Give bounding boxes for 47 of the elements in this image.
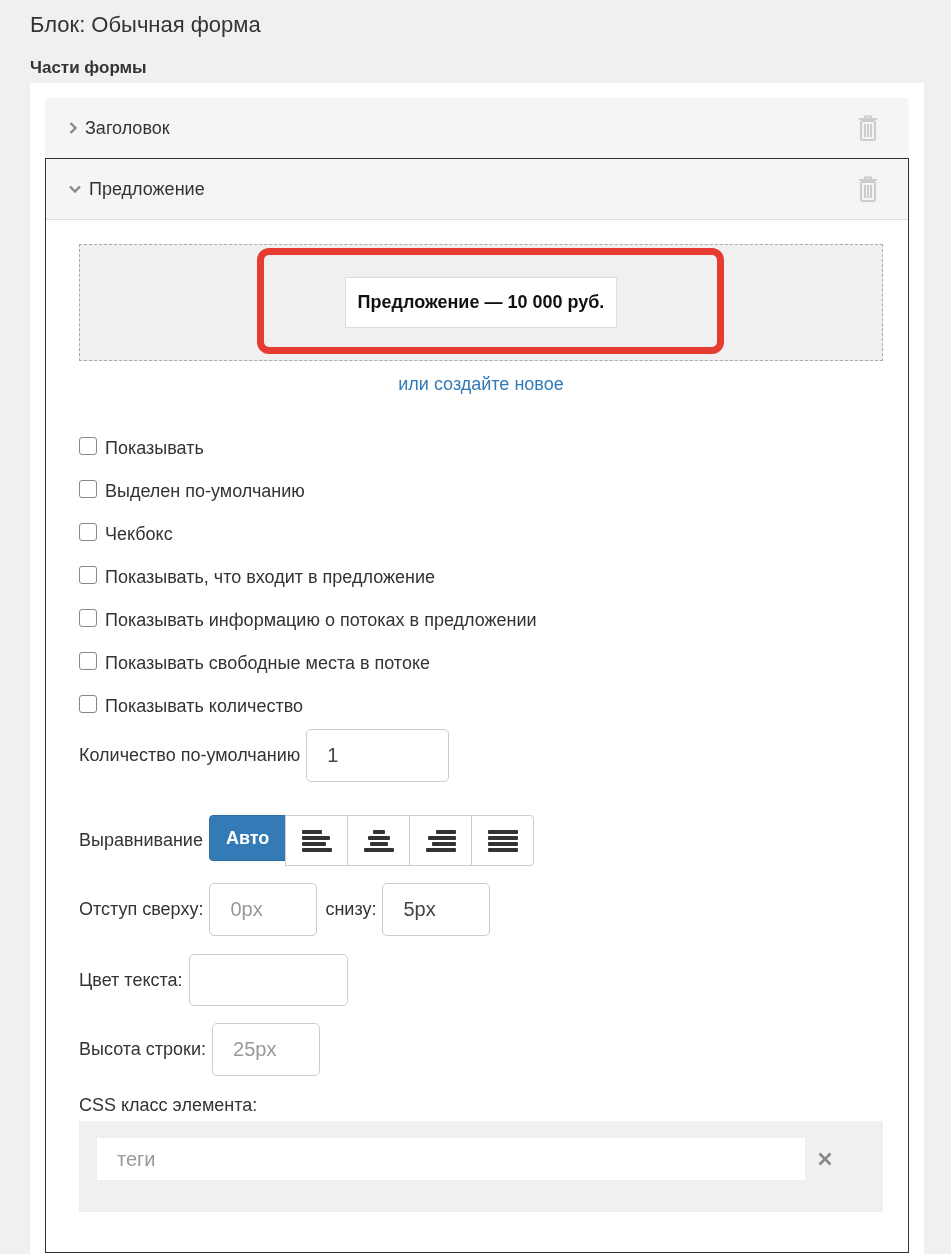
chevron-right-icon[interactable] xyxy=(69,122,77,134)
align-right-icon xyxy=(425,829,456,852)
margin-top-input[interactable]: 0px xyxy=(209,883,318,936)
checkbox[interactable] xyxy=(79,566,97,584)
auto-button[interactable]: Авто xyxy=(208,815,287,861)
checkbox[interactable] xyxy=(79,609,97,627)
justify-button[interactable] xyxy=(471,815,535,866)
field-label: Количество по-умолчанию xyxy=(79,745,301,766)
accordion-header[interactable]: Предложение xyxy=(46,159,908,220)
section-title: Предложение xyxy=(89,178,206,200)
checkbox[interactable] xyxy=(79,695,97,713)
align-center-button[interactable] xyxy=(347,815,411,866)
checkbox-label: Показывать xyxy=(105,438,204,459)
field-label: Выравнивание xyxy=(79,830,203,851)
checkbox[interactable] xyxy=(79,523,97,541)
align-left-button[interactable] xyxy=(285,815,349,866)
checkbox[interactable] xyxy=(79,437,97,455)
justify-icon xyxy=(487,829,518,852)
margin-bottom-input[interactable]: 5px xyxy=(382,883,491,936)
page-title: Блок: Обычная форма xyxy=(30,11,261,39)
accordion-header[interactable]: Заголовок xyxy=(45,98,909,158)
field-label: Высота строки: xyxy=(79,1039,206,1060)
field-label: снизу: xyxy=(325,899,377,920)
field-label: CSS класс элемента: xyxy=(79,1094,258,1116)
chevron-down-icon[interactable] xyxy=(69,185,81,193)
checkbox-label: Чекбокс xyxy=(105,524,173,545)
text-color-input[interactable] xyxy=(188,954,348,1006)
offer-card[interactable]: Предложение — 10 000 руб. xyxy=(344,277,618,328)
checkbox-label: Показывать информацию о потоках в предложении xyxy=(105,610,537,631)
quantity-input[interactable]: 1 xyxy=(306,729,450,782)
section-heading: Части формы xyxy=(30,57,147,79)
field-label: Отступ сверху: xyxy=(79,899,204,920)
align-right-button[interactable] xyxy=(409,815,473,866)
close-icon[interactable] xyxy=(818,1152,832,1166)
checkbox-label: Показывать свободные места в потоке xyxy=(105,653,430,674)
field-label: Цвет текста: xyxy=(79,969,183,991)
checkbox[interactable] xyxy=(79,480,97,498)
section-title: Заголовок xyxy=(85,117,171,139)
checkbox-label: Выделен по-умолчанию xyxy=(105,481,305,502)
create-new-link[interactable]: или создайте новое xyxy=(398,374,564,394)
checkbox[interactable] xyxy=(79,652,97,670)
tags-input[interactable]: теги xyxy=(96,1137,806,1181)
align-center-icon xyxy=(363,829,394,852)
align-left-icon xyxy=(301,829,332,852)
line-height-input[interactable]: 25px xyxy=(212,1023,320,1076)
checkbox-label: Показывать количество xyxy=(105,696,304,717)
checkbox-label: Показывать, что входит в предложение xyxy=(105,567,436,588)
